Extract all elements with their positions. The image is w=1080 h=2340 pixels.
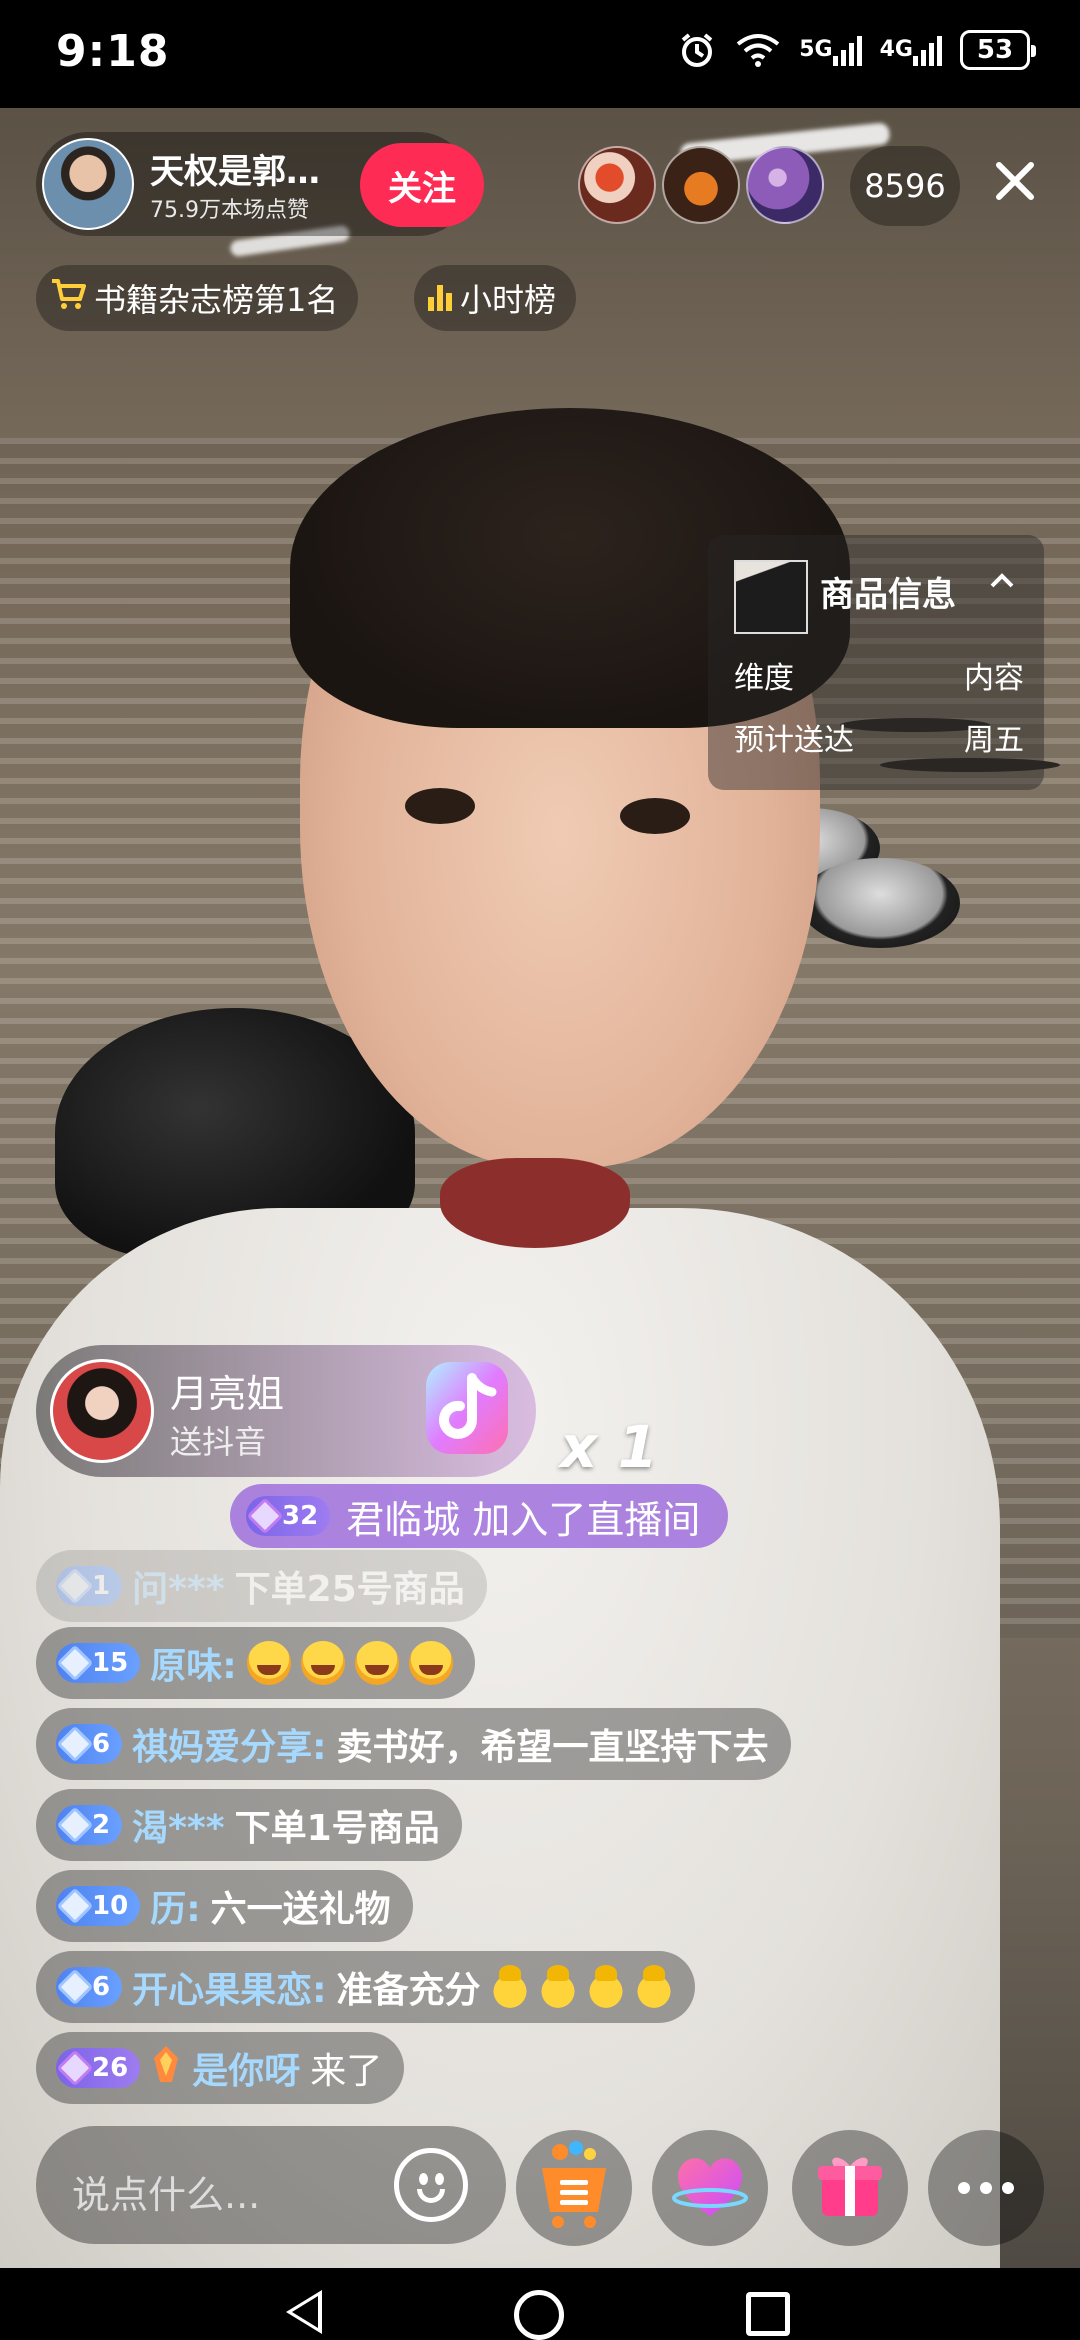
clapping-emoji-icon [586,1965,625,2009]
anchor-name[interactable]: 天权是郭… [150,144,320,193]
level-badge: 15 [56,1643,141,1683]
gem-icon [56,2049,94,2087]
laughing-emoji-icon [408,1641,453,1685]
level-badge: 10 [56,1886,141,1926]
home-icon[interactable] [514,2290,564,2340]
gem-icon [56,1806,94,1844]
heart-icon [670,2150,750,2226]
status-icons: 5G 4G 53 [677,30,1036,70]
level-badge: 6 [56,1967,123,2007]
douyin-gift-icon [422,1358,512,1458]
signal-4g-icon: 4G [880,34,942,66]
comment-item[interactable]: 6 祺妈爱分享: 卖书好，希望一直坚持下去 [36,1708,791,1780]
clapping-emoji-icon [538,1965,577,2009]
rank-badge[interactable]: 书籍杂志榜第1名 [36,265,359,331]
comment-text: 下单1号商品 [234,1808,440,1849]
comment-item[interactable]: 10 历: 六一送礼物 [36,1870,413,1942]
level-badge: 6 [56,1724,123,1764]
gift-sender-name: 月亮姐 [170,1372,285,1416]
comment-text: 来了 [310,2051,383,2092]
join-notice-text: 君临城 加入了直播间 [346,1497,701,1542]
comment-user[interactable]: 祺妈爱分享: [132,1718,326,1770]
fan-badge-icon [150,2044,182,2093]
cart-icon [50,277,86,319]
emoji-icon[interactable] [394,2148,468,2222]
battery-icon: 53 [960,30,1036,70]
gem-icon [56,1725,94,1763]
viewer-avatar[interactable] [746,146,824,224]
product-thumbnail[interactable] [734,560,808,634]
gem-icon [56,1968,94,2006]
gem-icon [56,1644,94,1682]
comment-user[interactable]: 原味: [150,1637,236,1689]
comment-text: 六一送礼物 [210,1889,391,1930]
comment-user[interactable]: 问*** [132,1560,224,1612]
comment-user[interactable]: 渴*** [132,1799,224,1851]
hourly-rank-label: 小时榜 [460,281,557,319]
system-nav-bar [0,2268,1080,2340]
gift-count: x 1 [560,1413,658,1481]
gem-icon [56,1567,94,1605]
comment-text: 下单25号商品 [234,1569,465,1610]
comment-user[interactable]: 是你呀 [192,2042,300,2094]
anchor-likes: 75.9万本场点赞 [150,198,309,223]
more-icon[interactable] [928,2130,1044,2246]
shopping-cart-icon [532,2138,616,2238]
join-notice: 32 君临城 加入了直播间 [230,1484,729,1548]
product-row: 维度 内容 [734,661,1024,696]
product-info-card[interactable]: 商品信息 维度 内容 预计送达 周五 [708,535,1044,790]
comment-item[interactable]: 15 原味: [36,1627,475,1699]
product-info-title: 商品信息 [820,575,956,615]
comment-item[interactable]: 26 是你呀 来了 [36,2032,405,2104]
level-badge: 32 [246,1496,331,1536]
wifi-icon [735,32,781,68]
product-row: 预计送达 周五 [734,723,1024,758]
comment-item[interactable]: 1 问*** 下单25号商品 [36,1550,487,1622]
like-button[interactable] [652,2130,768,2246]
viewer-avatar[interactable] [578,146,656,224]
anchor-avatar[interactable] [42,138,134,230]
hourly-rank-badge[interactable]: 小时榜 [414,265,577,331]
chevron-up-icon[interactable] [988,565,1016,598]
gift-action: 送抖音 [170,1423,267,1461]
laughing-emoji-icon [300,1641,345,1685]
status-time: 9:18 [56,26,170,77]
level-badge: 2 [56,1805,123,1845]
shopping-cart-button[interactable] [516,2130,632,2246]
status-bar: 9:18 5G 4G 53 [0,0,1080,108]
comment-text: 卖书好，希望一直坚持下去 [336,1727,769,1768]
comment-user[interactable]: 历: [150,1880,200,1932]
clapping-emoji-icon [490,1965,529,2009]
comment-text: 准备充分 [336,1970,481,2011]
level-badge: 1 [56,1566,123,1606]
viewer-avatar[interactable] [662,146,740,224]
gift-sender-avatar[interactable] [50,1359,154,1463]
bar-chart-icon [428,285,452,311]
follow-button[interactable]: 关注 [360,143,484,227]
gift-box-icon [814,2150,886,2226]
rank-badge-label: 书籍杂志榜第1名 [94,281,339,319]
recent-apps-icon[interactable] [746,2292,790,2336]
comment-item[interactable]: 6 开心果果恋: 准备充分 [36,1951,695,2023]
gem-icon [246,1497,284,1535]
clapping-emoji-icon [634,1965,673,2009]
laughing-emoji-icon [354,1641,399,1685]
level-badge: 26 [56,2048,141,2088]
close-icon[interactable] [985,155,1045,215]
alarm-icon [677,30,717,70]
viewer-count[interactable]: 8596 [850,146,960,226]
comment-input-placeholder: 说点什么... [72,2173,261,2217]
laughing-emoji-icon [246,1641,291,1685]
back-icon[interactable] [286,2290,322,2334]
top-viewers[interactable] [578,146,824,224]
live-video[interactable] [0,108,1080,2268]
gem-icon [56,1887,94,1925]
signal-5g-icon: 5G [799,34,862,66]
comment-item[interactable]: 2 渴*** 下单1号商品 [36,1789,462,1861]
gift-button[interactable] [792,2130,908,2246]
comment-user[interactable]: 开心果果恋: [132,1961,326,2013]
